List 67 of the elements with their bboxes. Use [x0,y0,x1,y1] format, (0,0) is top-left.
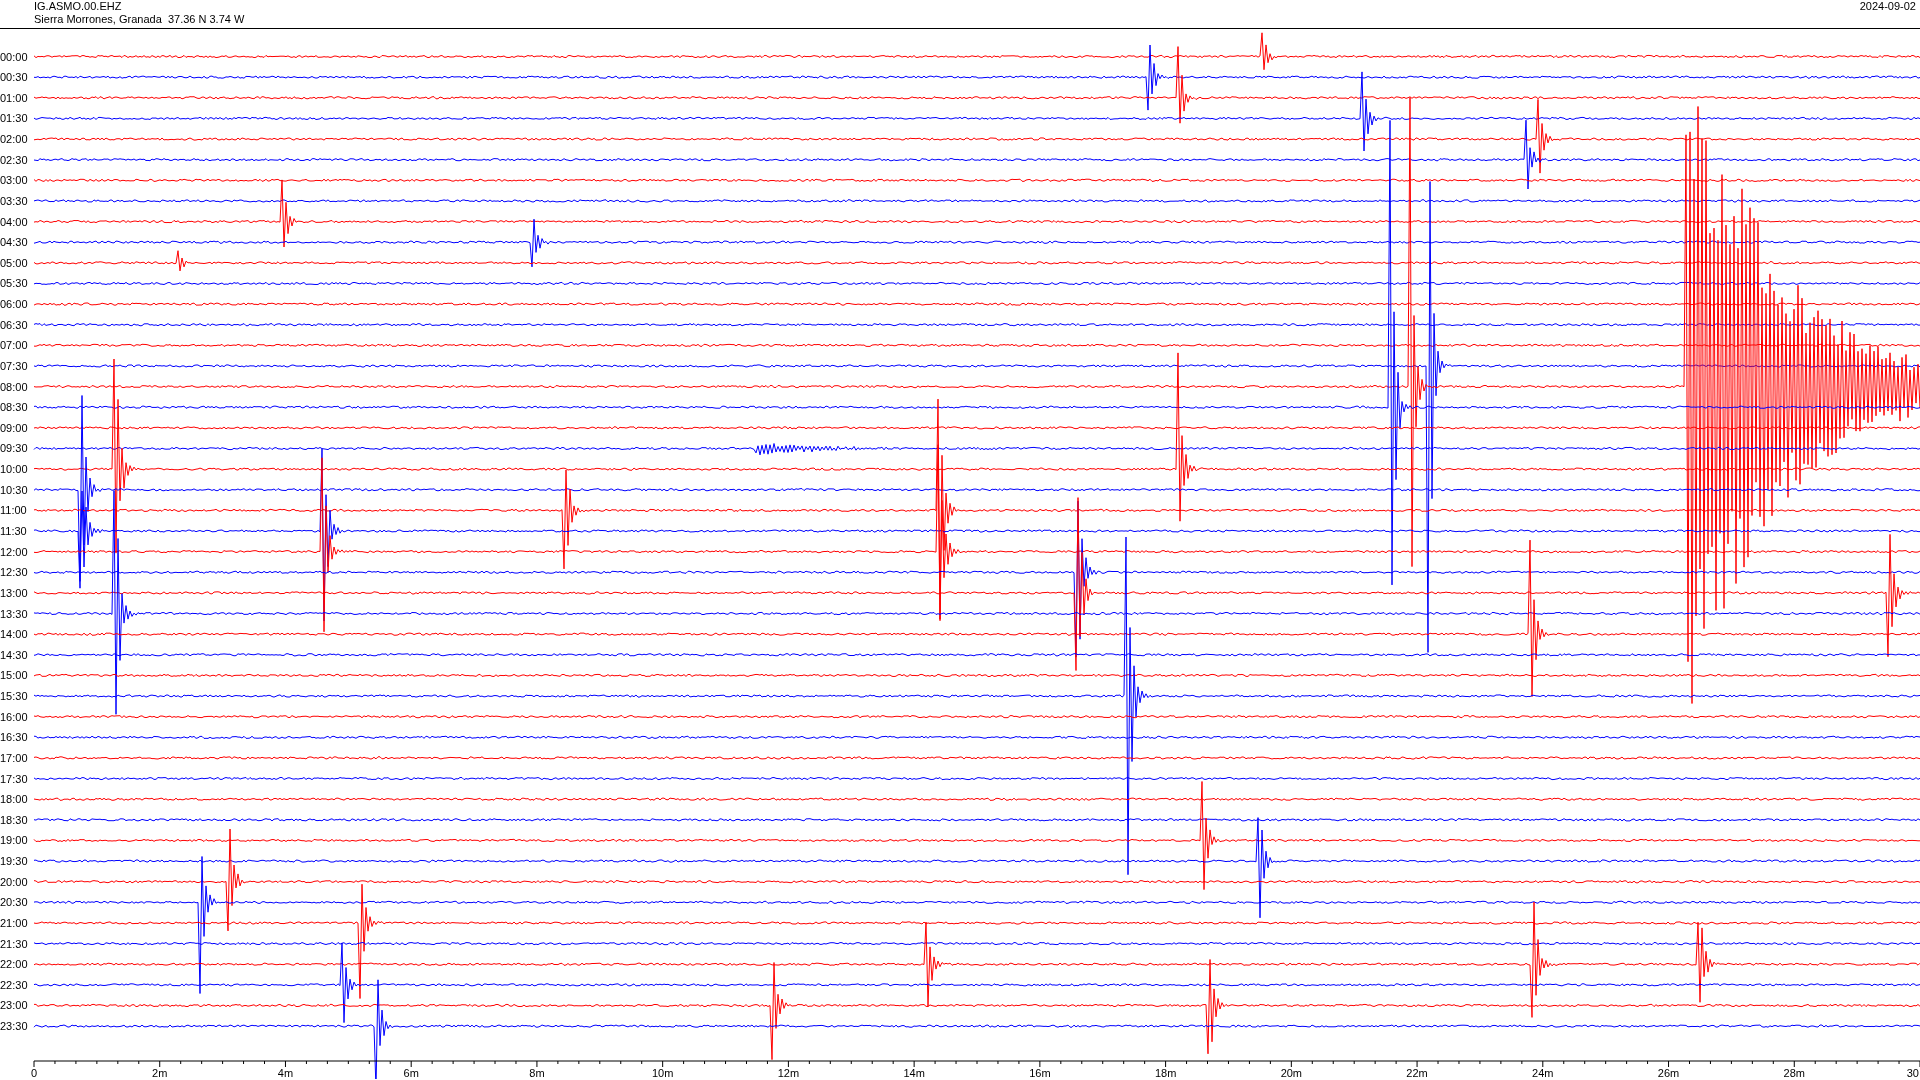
time-label: 13:30 [0,607,28,620]
time-label: 10:00 [0,463,28,476]
time-label: 14:00 [0,628,28,641]
time-label: 10:30 [0,483,28,496]
time-label: 05:00 [0,256,28,269]
time-label: 17:30 [0,772,28,785]
time-label: 04:30 [0,236,28,249]
time-label: 15:30 [0,690,28,703]
time-label: 01:00 [0,91,28,104]
time-label: 23:00 [0,999,28,1012]
time-label: 03:30 [0,194,28,207]
time-label: 05:30 [0,277,28,290]
axis-tick-label: 30 [1906,1067,1919,1079]
time-label: 20:00 [0,875,28,888]
axis-tick-label: 24m [1532,1067,1554,1079]
axis-tick-label: 28m [1783,1067,1805,1079]
time-label: 12:30 [0,566,28,579]
axis-tick-label: 26m [1657,1067,1680,1079]
axis-tick-label: 4m [277,1067,294,1079]
axis-tick-label: 20m [1280,1067,1303,1079]
time-label: 09:00 [0,421,28,434]
time-label: 07:30 [0,359,28,372]
time-label: 03:00 [0,174,28,187]
time-label: 19:00 [0,834,28,847]
axis-tick-label: 16m [1029,1067,1051,1079]
time-label: 20:30 [0,896,28,909]
time-label: 01:30 [0,112,28,125]
time-label: 00:00 [0,50,28,63]
axis-tick-label: 6m [403,1067,419,1079]
time-label: 04:00 [0,215,28,228]
axis-tick-label: 8m [529,1067,545,1079]
time-label: 17:00 [0,751,28,764]
time-label: 06:30 [0,318,28,331]
axis-tick-label: 0 [30,1067,38,1079]
time-label: 11:30 [0,525,27,537]
time-label: 12:00 [0,545,28,558]
axis-tick-label: 18m [1154,1067,1177,1079]
time-label: 18:00 [0,793,28,806]
axis-tick-label: 22m [1406,1067,1428,1079]
axis-tick-label: 2m [152,1067,168,1079]
time-label: 18:30 [0,813,28,826]
time-label: 16:00 [0,710,28,723]
time-label: 21:30 [0,937,28,950]
time-label: 00:30 [0,71,28,84]
axis-tick-label: 10m [651,1067,674,1079]
time-label: 09:30 [0,442,28,455]
time-label: 02:30 [0,153,28,166]
time-label: 14:30 [0,648,28,661]
time-label: 15:00 [0,669,28,682]
time-label: 16:30 [0,731,28,744]
time-label: 22:30 [0,978,28,991]
time-label: 08:00 [0,380,28,393]
time-label: 22:00 [0,958,28,971]
time-label: 07:00 [0,339,28,352]
time-label: 21:00 [0,916,28,929]
time-label: 23:30 [0,1020,28,1033]
station-location: Sierra Morrones, Granada 37.36 N 3.74 W [34,13,245,26]
time-label: 06:00 [0,298,28,311]
time-label: 13:00 [0,586,28,599]
axis-tick-label: 14m [903,1067,925,1079]
time-label: 11:00 [0,504,27,517]
time-label: 02:00 [0,133,28,145]
station-code: IG.ASMO.00.EHZ [34,0,123,13]
date-label: 2024-09-02 [1859,0,1916,13]
axis-tick-label: 12m [777,1067,800,1079]
time-label: 08:30 [0,401,28,414]
time-label: 19:30 [0,855,28,868]
